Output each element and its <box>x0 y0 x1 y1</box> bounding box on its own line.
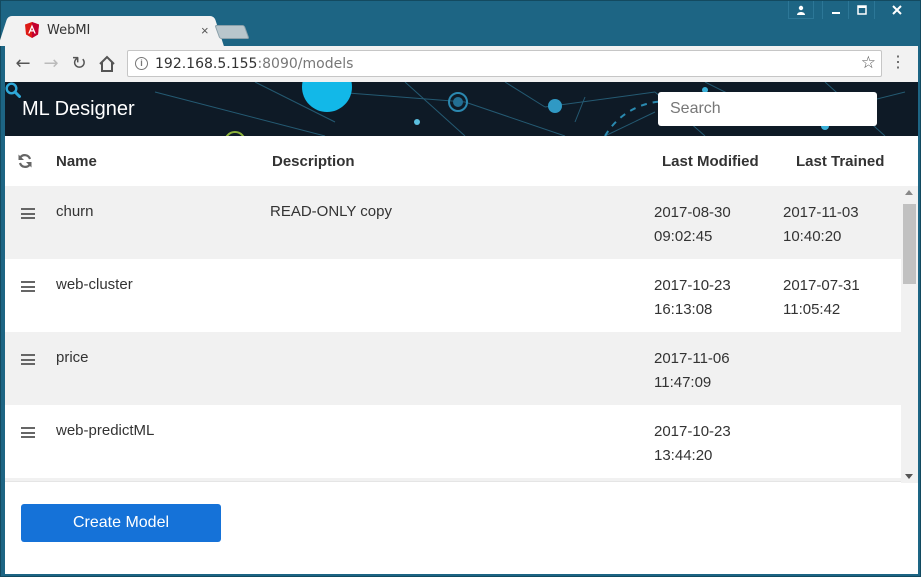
user-icon[interactable] <box>788 1 814 19</box>
trained-time: 11:05:42 <box>783 301 841 318</box>
angular-favicon-icon <box>25 22 39 38</box>
model-description: READ-ONLY copy <box>270 203 392 220</box>
forward-arrow-icon[interactable]: → <box>41 54 61 74</box>
back-arrow-icon[interactable]: ← <box>13 54 33 74</box>
home-icon[interactable] <box>97 54 117 74</box>
browser-tab-active[interactable]: WebMI × <box>11 16 211 46</box>
table-row[interactable]: web-predictML 2017-10-23 13:44:20 <box>5 405 901 478</box>
scroll-down-arrow-icon[interactable] <box>905 474 913 479</box>
model-name[interactable]: web-predictML <box>56 422 154 439</box>
trained-date: 2017-07-31 <box>783 277 860 294</box>
model-name[interactable]: churn <box>56 203 94 220</box>
modified-date: 2017-10-23 <box>654 277 731 294</box>
reload-icon[interactable]: ↻ <box>69 54 89 74</box>
browser-menu-icon[interactable]: ⋮ <box>890 53 906 73</box>
model-name[interactable]: web-cluster <box>56 276 133 293</box>
new-tab-button[interactable] <box>214 25 250 39</box>
browser-window: WebMI × ← → ↻ i 192.168.5.155:8090/model… <box>0 0 921 577</box>
column-header-last-modified[interactable]: Last Modified <box>662 153 759 170</box>
drag-handle-icon[interactable] <box>21 208 35 219</box>
address-bar[interactable]: i 192.168.5.155:8090/models ☆ <box>127 50 882 77</box>
table-row-partial[interactable] <box>5 478 901 481</box>
table-header: Name Description Last Modified Last Trai… <box>5 136 918 186</box>
app-title: ML Designer <box>22 98 135 120</box>
search-icon[interactable] <box>5 82 21 98</box>
modified-time: 13:44:20 <box>654 447 713 464</box>
drag-handle-icon[interactable] <box>21 427 35 438</box>
url-text: 192.168.5.155:8090/models <box>155 56 353 72</box>
info-icon[interactable]: i <box>135 57 148 70</box>
model-list: churn READ-ONLY copy 2017-08-30 09:02:45 … <box>5 186 901 482</box>
refresh-icon[interactable] <box>17 153 33 169</box>
drag-handle-icon[interactable] <box>21 281 35 292</box>
search-input[interactable] <box>658 92 877 126</box>
modified-date: 2017-11-06 <box>654 350 730 367</box>
modified-time: 09:02:45 <box>654 228 713 245</box>
model-last-modified: 2017-08-30 09:02:45 <box>654 201 731 249</box>
column-header-description[interactable]: Description <box>272 153 355 170</box>
modified-date: 2017-10-23 <box>654 423 731 440</box>
modified-time: 11:47:09 <box>654 374 712 391</box>
trained-date: 2017-11-03 <box>783 204 859 221</box>
create-model-button[interactable]: Create Model <box>21 504 221 542</box>
tab-close-icon[interactable]: × <box>201 23 209 38</box>
scrollbar-thumb[interactable] <box>903 204 916 284</box>
column-header-name[interactable]: Name <box>56 153 97 170</box>
model-last-trained: 2017-11-03 10:40:20 <box>783 201 859 249</box>
modified-date: 2017-08-30 <box>654 204 731 221</box>
close-icon[interactable] <box>874 1 918 19</box>
table-row[interactable]: price 2017-11-06 11:47:09 <box>5 332 901 405</box>
minimize-icon[interactable] <box>822 1 848 19</box>
scroll-up-arrow-icon[interactable] <box>905 190 913 195</box>
tab-title: WebMI <box>47 22 91 38</box>
model-last-trained: 2017-07-31 11:05:42 <box>783 274 860 322</box>
model-last-modified: 2017-10-23 16:13:08 <box>654 274 731 322</box>
app-content: ML Designer Name Description Last Modifi… <box>5 82 918 574</box>
model-last-modified: 2017-11-06 11:47:09 <box>654 347 730 395</box>
app-header-banner: ML Designer <box>5 82 918 136</box>
drag-handle-icon[interactable] <box>21 354 35 365</box>
browser-toolbar: ← → ↻ i 192.168.5.155:8090/models ☆ ⋮ <box>5 46 918 82</box>
window-controls <box>788 1 918 19</box>
modified-time: 16:13:08 <box>654 301 713 318</box>
bookmark-star-icon[interactable]: ☆ <box>861 53 876 73</box>
trained-time: 10:40:20 <box>783 228 842 245</box>
url-path: :8090/models <box>257 56 354 72</box>
model-name[interactable]: price <box>56 349 89 366</box>
list-scrollbar[interactable] <box>901 186 918 483</box>
table-row[interactable]: churn READ-ONLY copy 2017-08-30 09:02:45 … <box>5 186 901 259</box>
table-row[interactable]: web-cluster 2017-10-23 16:13:08 2017-07-3… <box>5 259 901 332</box>
model-last-modified: 2017-10-23 13:44:20 <box>654 420 731 468</box>
maximize-icon[interactable] <box>848 1 874 19</box>
column-header-last-trained[interactable]: Last Trained <box>796 153 884 170</box>
url-host: 192.168.5.155 <box>155 56 258 72</box>
